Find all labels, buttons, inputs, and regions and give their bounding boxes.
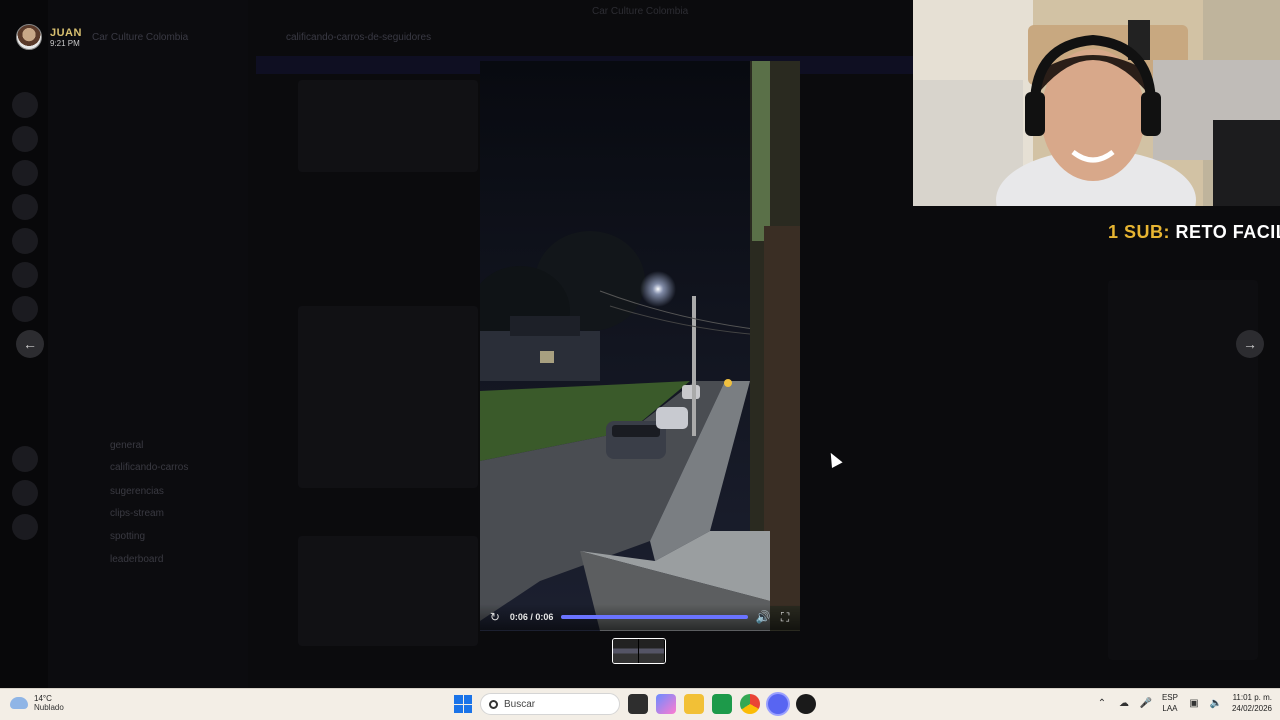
chevron-up-icon[interactable]: ⌃ (1096, 697, 1108, 709)
avatar[interactable] (16, 24, 42, 50)
obs-icon[interactable] (796, 694, 816, 714)
server-icon[interactable] (12, 160, 38, 186)
channel-item[interactable]: clips-stream (110, 508, 250, 522)
volume-icon[interactable]: 🔊 (756, 610, 771, 624)
video-player[interactable] (480, 61, 800, 631)
system-tray: ⌃ ☁ 🎤 ESP LAA ▣ 🔈 11:01 p. m. 24/02/2026 (1096, 692, 1272, 714)
cloud-icon (10, 697, 28, 709)
lang-top: ESP (1161, 693, 1178, 702)
speaker-icon[interactable]: 🔈 (1210, 697, 1222, 709)
channel-item[interactable]: calificando-carros (110, 462, 250, 476)
arrow-left-icon[interactable]: ← (16, 330, 44, 358)
server-icon[interactable] (12, 126, 38, 152)
video-progress[interactable] (561, 615, 749, 619)
channel-list: general calificando-carros sugerencias c… (48, 0, 248, 688)
uploader-name: JUAN (50, 26, 82, 39)
clock-date: 24/02/2026 (1231, 704, 1272, 713)
microphone-icon[interactable]: 🎤 (1140, 697, 1152, 709)
search-placeholder: Buscar (504, 698, 536, 710)
channel-title: calificando-carros-de-seguidores (286, 32, 432, 43)
message-image (298, 536, 478, 646)
video-time: 0:06 / 0:06 (509, 612, 554, 622)
video-frame (480, 61, 800, 631)
channel-item[interactable]: leaderboard (110, 554, 250, 568)
weather-desc: Nublado (34, 703, 64, 712)
onedrive-icon[interactable]: ☁ (1118, 697, 1130, 709)
server-icon[interactable] (12, 228, 38, 254)
server-icon[interactable] (12, 446, 38, 472)
webcam-image (913, 0, 1280, 206)
chrome-icon[interactable] (740, 694, 760, 714)
upload-time: 9:21 PM (50, 38, 80, 48)
weather-widget[interactable]: 14°C Nublado (10, 694, 64, 712)
taskbar: 14°C Nublado Buscar ⌃ ☁ 🎤 ESP LAA ▣ 🔈 11… (0, 688, 1280, 720)
fullscreen-icon[interactable]: ⛶ (778, 610, 792, 624)
thumbnail-image[interactable] (613, 639, 639, 663)
taskbar-apps: Buscar (454, 693, 816, 715)
server-icon[interactable] (12, 514, 38, 540)
display-icon[interactable]: ▣ (1188, 697, 1200, 709)
discord-icon[interactable] (768, 694, 788, 714)
copilot-icon[interactable] (656, 694, 676, 714)
lang-bottom: LAA (1162, 704, 1178, 713)
message-image (298, 80, 478, 172)
progress-fill (561, 615, 749, 619)
server-icon[interactable] (12, 92, 38, 118)
uploader-info: JUAN 9:21 PM (16, 24, 82, 50)
message-image (298, 306, 478, 488)
replay-icon[interactable]: ↻ (488, 610, 502, 624)
channel-item[interactable]: spotting (110, 531, 250, 545)
language-indicator[interactable]: ESP LAA (1162, 692, 1178, 714)
thumbnail-image[interactable] (639, 639, 665, 663)
file-explorer-icon[interactable] (684, 694, 704, 714)
sub-goal-text: RETO FACIL (1175, 222, 1280, 242)
server-icon[interactable] (12, 480, 38, 506)
arrow-right-icon[interactable]: → (1236, 330, 1264, 358)
windows-start-icon[interactable] (454, 695, 472, 713)
webcam-feed (913, 0, 1280, 206)
server-icon[interactable] (12, 194, 38, 220)
clock-time: 11:01 p. m. (1232, 693, 1272, 702)
search-icon (489, 699, 498, 709)
sub-goal-prefix: 1 SUB: (1108, 222, 1171, 242)
media-thumbnail[interactable] (612, 638, 666, 664)
weather-temp: 14°C (34, 694, 52, 703)
window-title: Car Culture Colombia (592, 6, 689, 17)
taskbar-clock[interactable]: 11:01 p. m. 24/02/2026 (1232, 692, 1272, 714)
sub-goal-overlay: 1 SUB: RETO FACIL (1108, 222, 1280, 243)
server-icon[interactable] (12, 262, 38, 288)
server-icon[interactable] (12, 296, 38, 322)
video-controls: ↻ 0:06 / 0:06 🔊 ⛶ (480, 604, 800, 630)
channel-item[interactable]: general (110, 440, 250, 454)
channel-item[interactable]: sugerencias (110, 486, 250, 500)
server-name[interactable]: Car Culture Colombia (92, 32, 188, 43)
member-list (1108, 280, 1258, 660)
xbox-icon[interactable] (712, 694, 732, 714)
screen: general calificando-carros sugerencias c… (0, 0, 1280, 720)
taskbar-search[interactable]: Buscar (480, 693, 620, 715)
task-view-icon[interactable] (628, 694, 648, 714)
